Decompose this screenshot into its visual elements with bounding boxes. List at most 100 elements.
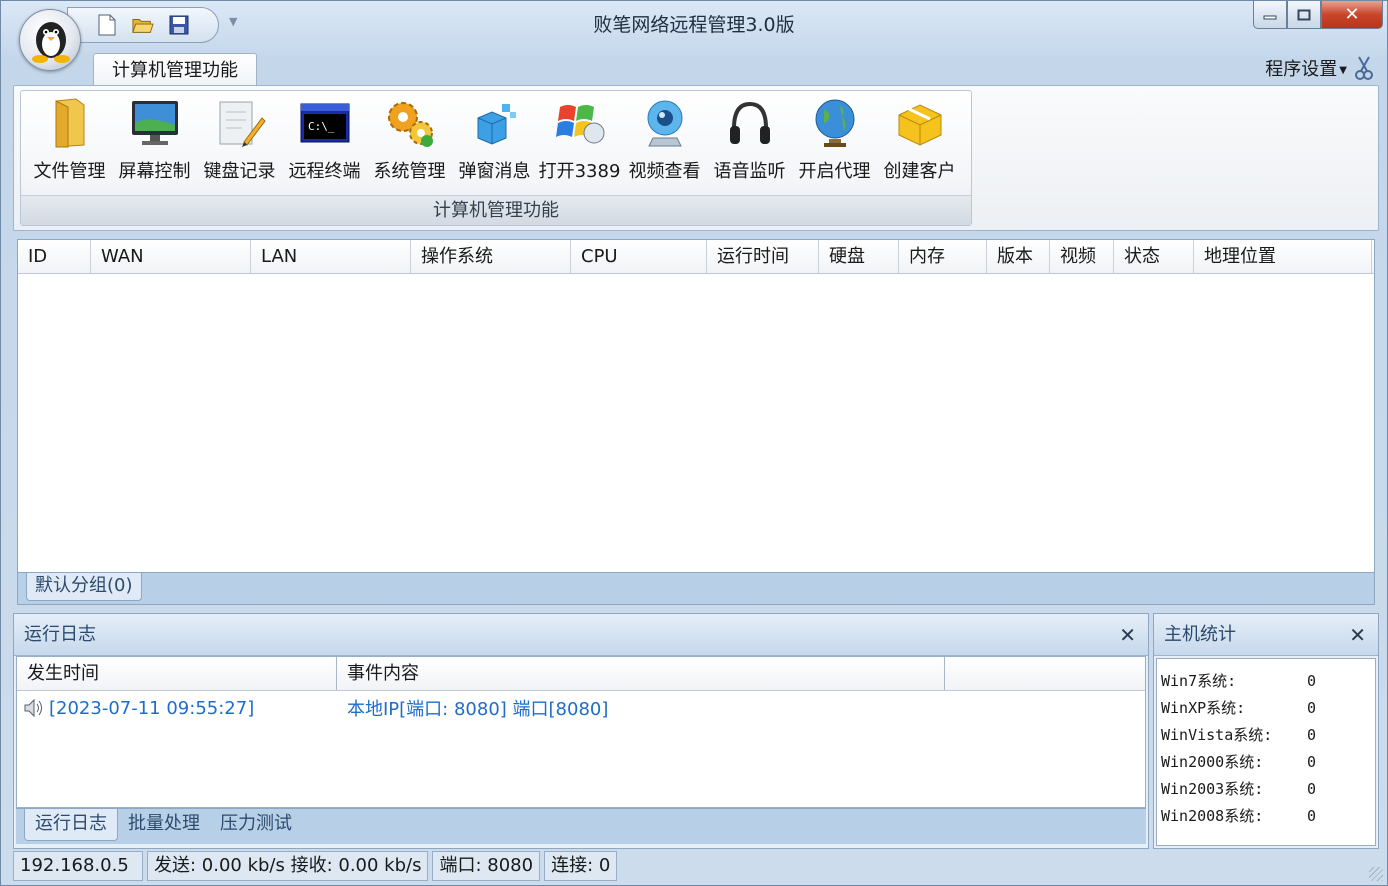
log-panel-header: 运行日志 ✕ bbox=[14, 614, 1148, 656]
speaker-icon bbox=[24, 698, 42, 718]
keylogger-label: 键盘记录 bbox=[203, 161, 276, 182]
host-stats-close-icon[interactable]: ✕ bbox=[1349, 614, 1366, 656]
terminal-icon: C:\_ bbox=[300, 103, 349, 143]
file-manager-button[interactable]: 文件管理 bbox=[27, 95, 112, 187]
remote-terminal-label: 远程终端 bbox=[288, 161, 361, 182]
folder-icon bbox=[55, 98, 84, 148]
penguin-logo-icon bbox=[32, 22, 70, 63]
stat-value: 0 bbox=[1307, 752, 1317, 771]
column-header-wan[interactable]: WAN bbox=[91, 240, 251, 273]
title-bar: ▼ 败笔网络远程管理3.0版 ✕ bbox=[1, 1, 1387, 71]
status-connections: 连接: 0 bbox=[544, 851, 618, 881]
status-bar: 192.168.0.5 发送: 0.00 kb/s 接收: 0.00 kb/s … bbox=[9, 849, 1379, 883]
scissors-button[interactable] bbox=[1353, 55, 1375, 81]
log-time: [2023-07-11 09:55:27] bbox=[49, 697, 255, 719]
column-header-cpu[interactable]: CPU bbox=[571, 240, 707, 273]
tab-stress-test[interactable]: 压力测试 bbox=[210, 809, 302, 841]
resize-grip[interactable] bbox=[1369, 867, 1383, 881]
stat-label: WinXP系统: bbox=[1161, 699, 1246, 717]
package-icon bbox=[898, 104, 941, 146]
log-table[interactable]: 发生时间 事件内容 [2023-07-11 09:55:27] 本地IP[端口:… bbox=[16, 656, 1146, 808]
column-header-os[interactable]: 操作系统 bbox=[411, 240, 571, 273]
stat-label: Win7系统: bbox=[1161, 672, 1237, 690]
column-header-location[interactable]: 地理位置 bbox=[1194, 240, 1372, 273]
log-panel-tabs: 运行日志 批量处理 压力测试 bbox=[16, 808, 1146, 844]
app-menu-button[interactable] bbox=[19, 9, 81, 71]
window-controls: ✕ bbox=[1253, 1, 1383, 29]
host-list[interactable]: ID WAN LAN 操作系统 CPU 运行时间 硬盘 内存 版本 视频 状态 … bbox=[17, 239, 1375, 573]
host-group-tabs: 默认分组(0) bbox=[17, 573, 1375, 605]
column-header-memory[interactable]: 内存 bbox=[899, 240, 987, 273]
voice-monitor-label: 语音监听 bbox=[713, 161, 786, 182]
enable-proxy-label: 开启代理 bbox=[798, 161, 871, 182]
column-header-id[interactable]: ID bbox=[18, 240, 91, 273]
log-row[interactable]: [2023-07-11 09:55:27] 本地IP[端口: 8080] 端口[… bbox=[17, 691, 1145, 725]
column-header-status[interactable]: 状态 bbox=[1114, 240, 1194, 273]
stat-row-win2008: Win2008系统: 0 bbox=[1157, 802, 1375, 829]
keylogger-button[interactable]: 键盘记录 bbox=[197, 95, 282, 187]
ribbon-group-computer-management: 文件管理 屏幕控制 键盘记录 C:\_ 远程终端 系统管理 弹窗消息 打开338… bbox=[20, 90, 972, 226]
ribbon-tab-bar: 计算机管理功能 程序设置 ▼ bbox=[13, 47, 1379, 89]
host-stats-list: Win7系统: 0 WinXP系统: 0 WinVista系统: 0 Win2000系… bbox=[1156, 658, 1376, 846]
ribbon-panel: 文件管理 屏幕控制 键盘记录 C:\_ 远程终端 系统管理 弹窗消息 打开338… bbox=[13, 85, 1379, 231]
program-settings-menu[interactable]: 程序设置 ▼ bbox=[1265, 55, 1347, 81]
column-header-version[interactable]: 版本 bbox=[987, 240, 1050, 273]
create-client-button[interactable]: 创建客户 bbox=[877, 95, 962, 187]
file-manager-label: 文件管理 bbox=[33, 161, 106, 182]
tab-batch-processing[interactable]: 批量处理 bbox=[118, 809, 210, 841]
minimize-button[interactable] bbox=[1253, 1, 1287, 29]
video-view-button[interactable]: 视频查看 bbox=[622, 95, 707, 187]
screen-control-label: 屏幕控制 bbox=[118, 161, 191, 182]
open-3389-label: 打开3389 bbox=[538, 161, 621, 182]
svg-text:C:\_: C:\_ bbox=[308, 120, 335, 133]
ribbon-group-label: 计算机管理功能 bbox=[21, 195, 971, 225]
host-stats-panel: 主机统计 ✕ Win7系统: 0 WinXP系统: 0 WinVista系统: 0 W… bbox=[1153, 613, 1379, 849]
stat-row-win2000: Win2000系统: 0 bbox=[1157, 748, 1375, 775]
log-panel-close-icon[interactable]: ✕ bbox=[1119, 614, 1136, 656]
column-header-uptime[interactable]: 运行时间 bbox=[707, 240, 819, 273]
maximize-icon bbox=[1297, 9, 1311, 20]
stat-label: Win2000系统: bbox=[1161, 753, 1264, 771]
column-header-disk[interactable]: 硬盘 bbox=[819, 240, 899, 273]
webcam-icon bbox=[647, 100, 682, 147]
voice-monitor-button[interactable]: 语音监听 bbox=[707, 95, 792, 187]
stat-row-winvista: WinVista系统: 0 bbox=[1157, 721, 1375, 748]
tab-computer-management[interactable]: 计算机管理功能 bbox=[93, 53, 257, 89]
stat-row-win2003: Win2003系统: 0 bbox=[1157, 775, 1375, 802]
column-header-time[interactable]: 发生时间 bbox=[17, 657, 337, 690]
remote-terminal-button[interactable]: C:\_ 远程终端 bbox=[282, 95, 367, 187]
log-table-header: 发生时间 事件内容 bbox=[17, 657, 1145, 691]
popup-message-button[interactable]: 弹窗消息 bbox=[452, 95, 537, 187]
tab-run-log[interactable]: 运行日志 bbox=[24, 809, 118, 841]
tab-default-group[interactable]: 默认分组(0) bbox=[26, 573, 142, 601]
column-header-extra[interactable] bbox=[945, 657, 1145, 690]
enable-proxy-button[interactable]: 开启代理 bbox=[792, 95, 877, 187]
status-local-ip: 192.168.0.5 bbox=[13, 851, 143, 881]
stat-value: 0 bbox=[1307, 779, 1317, 798]
stat-label: WinVista系统: bbox=[1161, 726, 1273, 744]
column-header-video[interactable]: 视频 bbox=[1050, 240, 1114, 273]
stat-row-winxp: WinXP系统: 0 bbox=[1157, 694, 1375, 721]
globe-icon bbox=[815, 99, 854, 147]
stat-label: Win2003系统: bbox=[1161, 780, 1264, 798]
column-header-lan[interactable]: LAN bbox=[251, 240, 411, 273]
column-header-event[interactable]: 事件内容 bbox=[337, 657, 945, 690]
host-stats-header: 主机统计 ✕ bbox=[1154, 614, 1378, 656]
chevron-down-icon: ▼ bbox=[1339, 64, 1347, 76]
stat-value: 0 bbox=[1307, 698, 1317, 717]
close-button[interactable]: ✕ bbox=[1321, 1, 1383, 29]
screen-control-button[interactable]: 屏幕控制 bbox=[112, 95, 197, 187]
stat-value: 0 bbox=[1307, 806, 1317, 825]
system-management-button[interactable]: 系统管理 bbox=[367, 95, 452, 187]
system-management-label: 系统管理 bbox=[373, 161, 446, 182]
status-port: 端口: 8080 bbox=[432, 851, 541, 881]
window-title: 败笔网络远程管理3.0版 bbox=[593, 14, 795, 36]
log-panel-title: 运行日志 bbox=[24, 624, 96, 645]
video-view-label: 视频查看 bbox=[628, 161, 701, 182]
open-3389-button[interactable]: 打开3389 bbox=[537, 95, 622, 187]
log-panel: 运行日志 ✕ 发生时间 事件内容 [2023-07-11 09:55:27] 本… bbox=[13, 613, 1149, 849]
stat-label: Win2008系统: bbox=[1161, 807, 1264, 825]
windows-remote-icon bbox=[555, 105, 604, 144]
maximize-button[interactable] bbox=[1287, 1, 1321, 29]
headphones-icon bbox=[729, 101, 770, 144]
